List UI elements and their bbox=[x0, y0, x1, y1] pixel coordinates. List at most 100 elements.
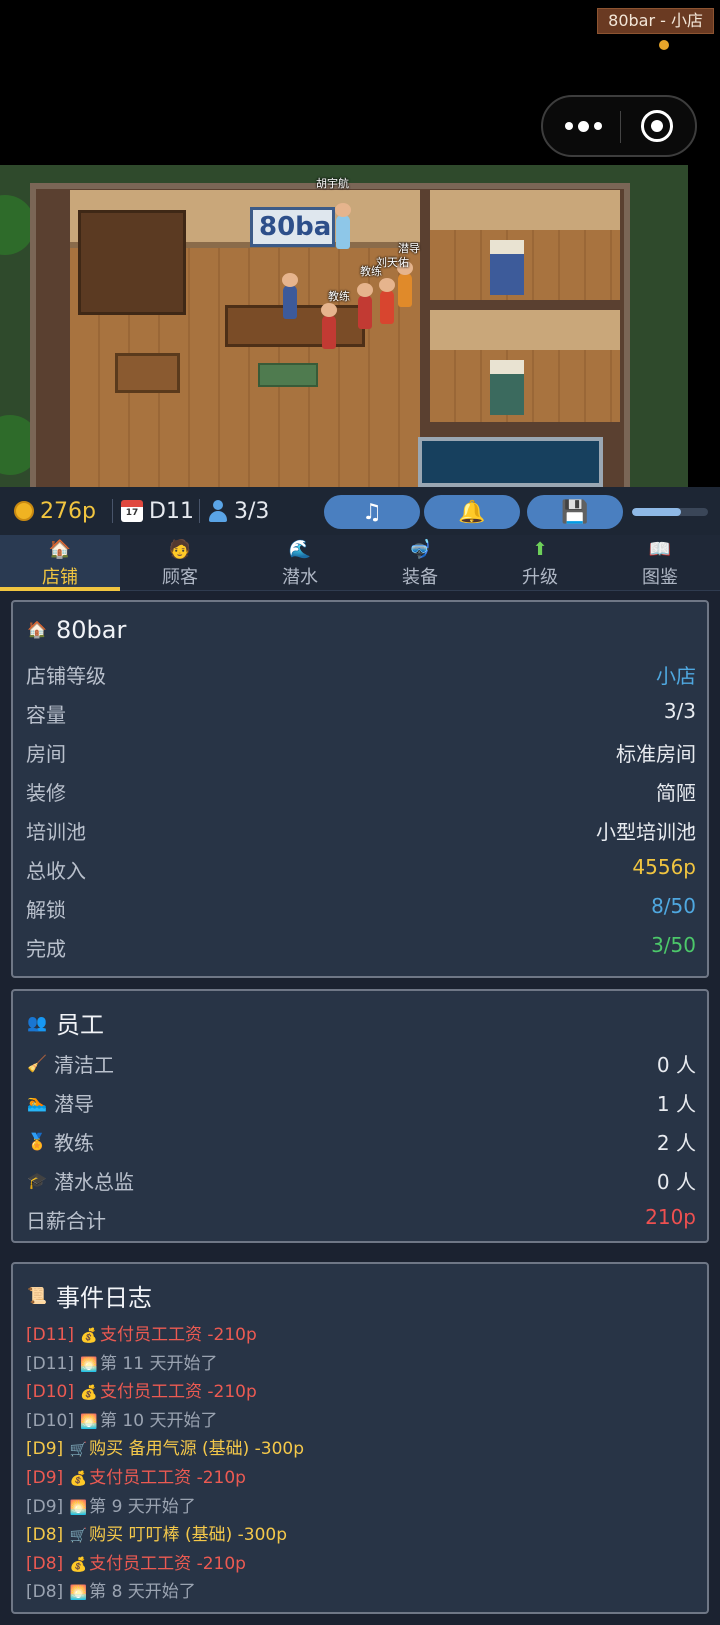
sunrise-icon: 🌅 bbox=[80, 1413, 98, 1430]
log-text: 第 10 天开始了 bbox=[100, 1410, 218, 1431]
log-entry: [D9] 🌅 第 9 天开始了 bbox=[26, 1492, 196, 1517]
calendar-icon: 17 bbox=[121, 500, 143, 522]
guest-room-1[interactable] bbox=[430, 190, 620, 300]
log-entry: [D9] 🛒 购买 备用气源 (基础) -300p bbox=[26, 1434, 305, 1460]
tab-upgrade[interactable]: ⬆ 升级 bbox=[480, 535, 600, 591]
staff-panel: 👥 员工 🧹 清洁工 0 人 🏊 潜导 1 人 🏅 教练 2 人 🎓 潜水总监 … bbox=[11, 989, 709, 1243]
staff-role: 潜水总监 bbox=[54, 1170, 134, 1194]
log-text: 支付员工工资 -210p bbox=[100, 1382, 257, 1403]
tab-collection[interactable]: 📖 图鉴 bbox=[600, 535, 720, 591]
capsule-divider bbox=[620, 111, 621, 143]
row-label: 🏊 潜导 bbox=[26, 1088, 94, 1117]
log-entry: [D9] 💰 支付员工工资 -210p bbox=[26, 1463, 246, 1488]
game-scene[interactable]: 80bar 胡宇航 潜导 刘天佑 教练 教练 bbox=[0, 165, 688, 487]
sunrise-icon: 🌅 bbox=[69, 1499, 87, 1516]
log-text: 支付员工工资 -210p bbox=[89, 1468, 246, 1488]
tab-shop[interactable]: 🏠 店铺 bbox=[0, 535, 120, 591]
tab-diving[interactable]: 🌊 潜水 bbox=[240, 535, 360, 591]
row-value: 1 人 bbox=[656, 1092, 696, 1116]
save-icon: 💾 bbox=[561, 499, 589, 525]
divider bbox=[199, 499, 200, 523]
log-text: 支付员工工资 -210p bbox=[89, 1553, 246, 1574]
coach-character[interactable] bbox=[321, 303, 337, 349]
row-value: 210p bbox=[645, 1205, 696, 1229]
row-label: 店铺等级 bbox=[26, 664, 106, 688]
shop-row: 装修 简陋 bbox=[26, 777, 696, 807]
shop-row: 培训池 小型培训池 bbox=[26, 816, 696, 846]
log-entry: [D8] 💰 支付员工工资 -210p bbox=[26, 1549, 246, 1574]
log-day: [D11] bbox=[26, 1353, 74, 1374]
row-value: 标准房间 bbox=[616, 742, 696, 766]
tab-label: 顾客 bbox=[162, 567, 198, 588]
tab-customers[interactable]: 🧑 顾客 bbox=[120, 535, 240, 591]
scroll-icon: 📜 bbox=[27, 1285, 47, 1305]
divider bbox=[112, 499, 113, 523]
row-label: 房间 bbox=[26, 742, 66, 766]
save-button[interactable]: 💾 bbox=[527, 495, 623, 529]
customer-name-label: 胡宇航 bbox=[316, 177, 349, 190]
log-title: 📜 事件日志 bbox=[26, 1278, 152, 1313]
day-value: D11 bbox=[149, 498, 194, 524]
shop-icon: 🏠 bbox=[48, 539, 72, 560]
bed bbox=[490, 360, 524, 415]
log-text: 第 9 天开始了 bbox=[89, 1496, 196, 1517]
row-value: 简陋 bbox=[656, 781, 696, 805]
mini-program-capsule bbox=[541, 95, 697, 157]
row-label: 解锁 bbox=[26, 898, 66, 922]
guest-room-2[interactable] bbox=[430, 310, 620, 422]
money-bag-icon: 💰 bbox=[80, 1328, 98, 1344]
log-text: 购买 备用气源 (基础) -300p bbox=[89, 1439, 305, 1460]
staff-row: 🎓 潜水总监 0 人 bbox=[26, 1166, 696, 1196]
house-icon: 🏠 bbox=[27, 620, 47, 639]
music-button[interactable]: ♫ bbox=[324, 495, 420, 529]
row-label: 培训池 bbox=[26, 820, 86, 844]
event-log-panel: 📜 事件日志 [D11] 💰 支付员工工资 -210p [D11] 🌅 第 11 天开始了… bbox=[11, 1262, 709, 1614]
money-bag-icon: 💰 bbox=[69, 1471, 87, 1487]
log-day: [D8] bbox=[26, 1553, 64, 1574]
gear-icon: 🤿 bbox=[408, 539, 432, 560]
more-button[interactable] bbox=[563, 116, 603, 136]
tab-bar: 🏠 店铺 🧑 顾客 🌊 潜水 🤿 装备 ⬆ 升级 📖 图鉴 bbox=[0, 535, 720, 591]
row-label: 完成 bbox=[26, 937, 66, 961]
training-pool[interactable] bbox=[418, 437, 603, 487]
gear-rack bbox=[78, 210, 186, 315]
row-label: 🧹 清洁工 bbox=[26, 1049, 114, 1078]
shop-name: 80bar bbox=[56, 616, 127, 644]
scene-margin bbox=[688, 165, 720, 487]
log-day: [D9] bbox=[26, 1496, 64, 1517]
graduation-cap-icon: 🎓 bbox=[27, 1170, 47, 1190]
tab-label: 升级 bbox=[522, 567, 558, 588]
log-text: 第 8 天开始了 bbox=[89, 1582, 196, 1603]
log-text: 支付员工工资 -210p bbox=[100, 1325, 257, 1345]
volume-slider-fill bbox=[632, 508, 682, 516]
guide-character[interactable] bbox=[379, 278, 395, 324]
staff-character[interactable] bbox=[282, 273, 298, 319]
person-icon bbox=[208, 500, 228, 522]
volume-slider[interactable] bbox=[632, 508, 708, 516]
staff-heading: 员工 bbox=[56, 1011, 104, 1039]
log-day: [D9] bbox=[26, 1468, 64, 1488]
notification-button[interactable]: 🔔 bbox=[424, 495, 520, 529]
log-day: [D10] bbox=[26, 1410, 74, 1431]
close-miniprogram-button[interactable] bbox=[641, 110, 673, 142]
row-value: 0 人 bbox=[656, 1053, 696, 1077]
staff-title: 👥 员工 bbox=[26, 1005, 104, 1040]
staff-role: 教练 bbox=[54, 1131, 94, 1155]
tab-equipment[interactable]: 🤿 装备 bbox=[360, 535, 480, 591]
upgrade-icon: ⬆ bbox=[532, 539, 548, 560]
coach-character[interactable] bbox=[357, 283, 373, 329]
day-display: 17 D11 bbox=[121, 497, 194, 525]
guide-character[interactable] bbox=[397, 261, 413, 307]
coach-label: 教练 bbox=[328, 290, 350, 303]
coach-label: 教练 bbox=[360, 265, 382, 278]
shop-row: 解锁 8/50 bbox=[26, 894, 696, 924]
log-entry: [D11] 🌅 第 11 天开始了 bbox=[26, 1349, 218, 1374]
bell-icon: 🔔 bbox=[458, 499, 486, 525]
staff-row: 日薪合计 210p bbox=[26, 1205, 696, 1235]
log-text: 第 11 天开始了 bbox=[100, 1353, 218, 1374]
customer-character[interactable] bbox=[335, 203, 351, 249]
cart-icon: 🛒 bbox=[69, 1442, 87, 1459]
row-label: 日薪合计 bbox=[26, 1209, 106, 1233]
bed bbox=[490, 240, 524, 295]
shop-sign: 80bar bbox=[250, 207, 335, 247]
